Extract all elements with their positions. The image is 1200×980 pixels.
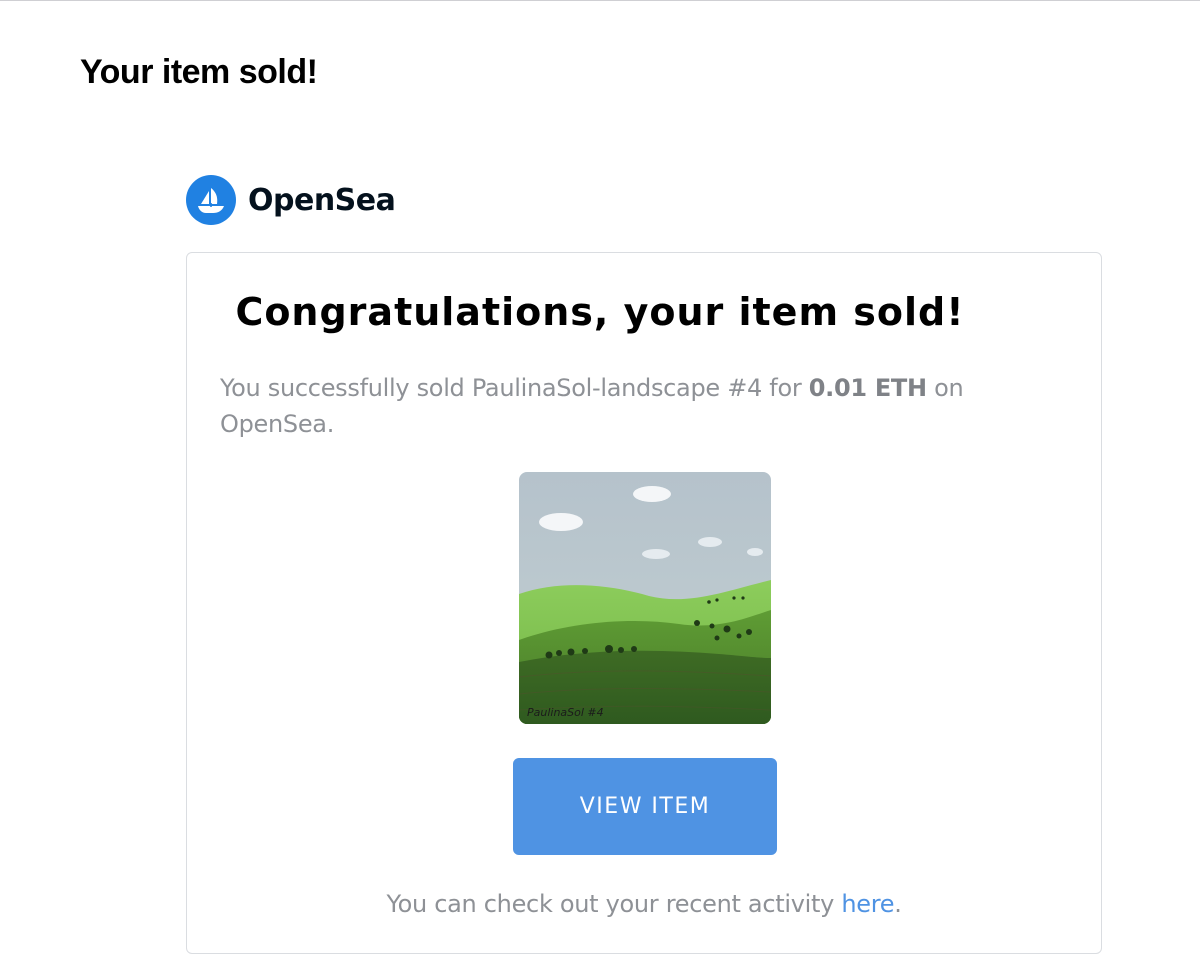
- svg-text:PaulinaSol #4: PaulinaSol #4: [527, 706, 604, 719]
- recent-activity-suffix: .: [894, 890, 902, 918]
- sale-price: 0.01 ETH: [808, 374, 927, 402]
- card-title: Congratulations, your item sold!: [235, 290, 965, 334]
- recent-activity-link[interactable]: here: [841, 890, 894, 918]
- email-subject: Your item sold!: [80, 53, 318, 91]
- recent-activity-prefix: You can check out your recent activity: [386, 890, 834, 918]
- brand-header: OpenSea: [186, 175, 396, 225]
- opensea-boat-icon: [186, 175, 236, 225]
- top-divider: [0, 0, 1200, 1]
- sale-message: You successfully sold PaulinaSol-landsca…: [220, 370, 1010, 442]
- sale-message-prefix: You successfully sold PaulinaSol-landsca…: [220, 374, 802, 402]
- recent-activity-note: You can check out your recent activity h…: [0, 886, 1200, 922]
- view-item-button[interactable]: VIEW ITEM: [513, 758, 777, 855]
- brand-name: OpenSea: [248, 182, 396, 218]
- nft-item-image[interactable]: PaulinaSol #4: [519, 472, 771, 724]
